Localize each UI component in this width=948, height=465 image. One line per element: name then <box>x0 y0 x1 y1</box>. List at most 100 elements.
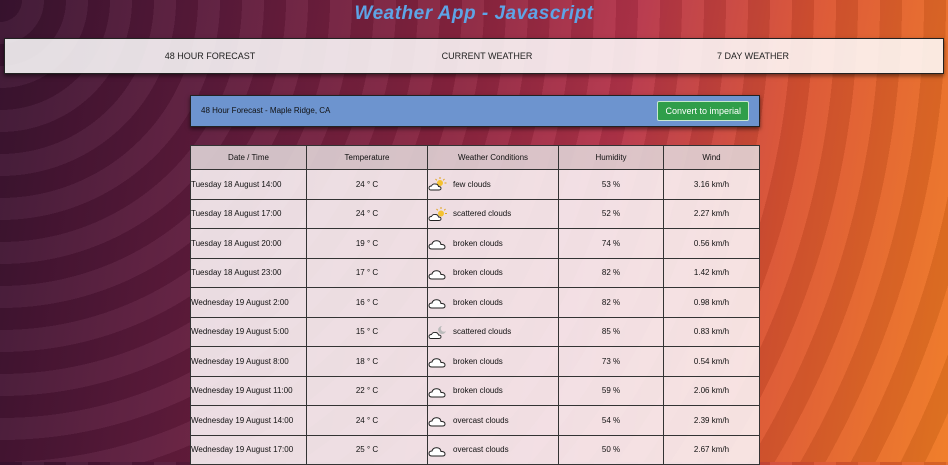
cell-weather-conditions: broken clouds <box>427 375 559 406</box>
condition-label: scattered clouds <box>453 327 512 337</box>
table-row: Tuesday 18 August 23:00 17 ° C broken clou… <box>190 257 760 288</box>
condition-wrapper: broken clouds <box>428 353 558 369</box>
table-row: Tuesday 18 August 14:00 24 ° C few clouds 5… <box>190 169 760 200</box>
header-weather-conditions: Weather Conditions <box>427 145 559 170</box>
condition-wrapper: scattered clouds <box>428 324 558 340</box>
condition-wrapper: broken clouds <box>428 383 558 399</box>
cell-humidity: 85 % <box>558 316 664 347</box>
table-row: Wednesday 19 August 5:00 15 ° C scattered … <box>190 316 760 347</box>
cell-weather-conditions: broken clouds <box>427 287 559 318</box>
condition-label: broken clouds <box>453 297 503 307</box>
cell-date-time: Wednesday 19 August 11:00 <box>190 375 307 406</box>
forecast-title: 48 Hour Forecast - Maple Ridge, CA <box>201 106 331 115</box>
condition-wrapper: broken clouds <box>428 235 558 251</box>
cell-weather-conditions: few clouds <box>427 169 559 200</box>
table-row: Wednesday 19 August 11:00 22 ° C broken cl… <box>190 375 760 406</box>
cloud-icon <box>428 412 448 428</box>
table-row: Tuesday 18 August 20:00 19 ° C broken clou… <box>190 228 760 259</box>
cell-temperature: 18 ° C <box>306 346 428 377</box>
cell-humidity: 82 % <box>558 257 664 288</box>
cloud-icon <box>428 294 448 310</box>
convert-to-imperial-button[interactable]: Convert to imperial <box>657 101 749 121</box>
cell-temperature: 22 ° C <box>306 375 428 406</box>
cell-weather-conditions: scattered clouds <box>427 198 559 229</box>
cell-wind: 2.06 km/h <box>663 375 760 406</box>
table-row: Tuesday 18 August 17:00 24 ° C scattered c… <box>190 198 760 229</box>
condition-label: overcast clouds <box>453 415 509 425</box>
condition-wrapper: overcast clouds <box>428 442 558 458</box>
header-humidity: Humidity <box>558 145 664 170</box>
condition-label: few clouds <box>453 179 491 189</box>
forecast-table: Date / Time Temperature Weather Conditio… <box>190 145 760 465</box>
header-date-time: Date / Time <box>190 145 307 170</box>
cell-date-time: Tuesday 18 August 14:00 <box>190 169 307 200</box>
cloud-icon <box>428 265 448 281</box>
cell-weather-conditions: scattered clouds <box>427 316 559 347</box>
cell-temperature: 19 ° C <box>306 228 428 259</box>
cell-temperature: 25 ° C <box>306 434 428 465</box>
cell-weather-conditions: broken clouds <box>427 257 559 288</box>
scattered-clouds-moon-icon <box>428 324 448 340</box>
condition-label: broken clouds <box>453 386 503 396</box>
header-wind: Wind <box>663 145 760 170</box>
cloud-icon <box>428 353 448 369</box>
cell-wind: 1.42 km/h <box>663 257 760 288</box>
cell-humidity: 74 % <box>558 228 664 259</box>
condition-label: broken clouds <box>453 238 503 248</box>
cell-temperature: 24 ° C <box>306 198 428 229</box>
nav-bar: 48 HOUR FORECAST CURRENT WEATHER 7 DAY W… <box>4 38 944 74</box>
cell-wind: 2.67 km/h <box>663 434 760 465</box>
cell-date-time: Tuesday 18 August 23:00 <box>190 257 307 288</box>
condition-wrapper: broken clouds <box>428 294 558 310</box>
cell-humidity: 52 % <box>558 198 664 229</box>
condition-label: broken clouds <box>453 356 503 366</box>
condition-wrapper: overcast clouds <box>428 412 558 428</box>
table-row: Wednesday 19 August 17:00 25 ° C overcast … <box>190 434 760 465</box>
app-title: Weather App - Javascript <box>354 3 594 24</box>
cell-wind: 0.83 km/h <box>663 316 760 347</box>
cell-wind: 0.56 km/h <box>663 228 760 259</box>
cell-humidity: 50 % <box>558 434 664 465</box>
condition-wrapper: scattered clouds <box>428 206 558 222</box>
cell-humidity: 73 % <box>558 346 664 377</box>
condition-label: scattered clouds <box>453 209 512 219</box>
cell-humidity: 59 % <box>558 375 664 406</box>
forecast-table-wrapper: Date / Time Temperature Weather Conditio… <box>190 145 760 465</box>
cloud-icon <box>428 383 448 399</box>
cell-humidity: 53 % <box>558 169 664 200</box>
forecast-table-body: Tuesday 18 August 14:00 24 ° Cfew clouds 5… <box>190 169 760 465</box>
cell-date-time: Wednesday 19 August 8:00 <box>190 346 307 377</box>
cell-wind: 2.27 km/h <box>663 198 760 229</box>
cell-wind: 2.39 km/h <box>663 405 760 436</box>
condition-wrapper: broken clouds <box>428 265 558 281</box>
cell-humidity: 54 % <box>558 405 664 436</box>
cell-wind: 3.16 km/h <box>663 169 760 200</box>
few-clouds-icon <box>428 176 448 192</box>
header-temperature: Temperature <box>306 145 428 170</box>
table-row: Wednesday 19 August 14:00 24 ° C overcast … <box>190 405 760 436</box>
nav-7-day-weather[interactable]: 7 DAY WEATHER <box>668 39 838 73</box>
nav-48-hour-forecast[interactable]: 48 HOUR FORECAST <box>125 39 295 73</box>
table-row: Wednesday 19 August 8:00 18 ° C broken clo… <box>190 346 760 377</box>
cell-weather-conditions: overcast clouds <box>427 405 559 436</box>
cell-date-time: Wednesday 19 August 2:00 <box>190 287 307 318</box>
cell-weather-conditions: broken clouds <box>427 228 559 259</box>
cell-humidity: 82 % <box>558 287 664 318</box>
cell-date-time: Wednesday 19 August 5:00 <box>190 316 307 347</box>
cell-temperature: 17 ° C <box>306 257 428 288</box>
cell-temperature: 24 ° C <box>306 405 428 436</box>
cell-weather-conditions: overcast clouds <box>427 434 559 465</box>
cell-date-time: Tuesday 18 August 20:00 <box>190 228 307 259</box>
cell-wind: 0.54 km/h <box>663 346 760 377</box>
nav-current-weather[interactable]: CURRENT WEATHER <box>402 39 572 73</box>
cell-date-time: Tuesday 18 August 17:00 <box>190 198 307 229</box>
scattered-clouds-sun-icon <box>428 206 448 222</box>
table-row: Wednesday 19 August 2:00 16 ° C broken clo… <box>190 287 760 318</box>
cell-date-time: Wednesday 19 August 14:00 <box>190 405 307 436</box>
cell-temperature: 24 ° C <box>306 169 428 200</box>
condition-label: broken clouds <box>453 268 503 278</box>
forecast-header: 48 Hour Forecast - Maple Ridge, CA Conve… <box>190 95 760 127</box>
cell-weather-conditions: broken clouds <box>427 346 559 377</box>
cell-temperature: 15 ° C <box>306 316 428 347</box>
cloud-icon <box>428 235 448 251</box>
